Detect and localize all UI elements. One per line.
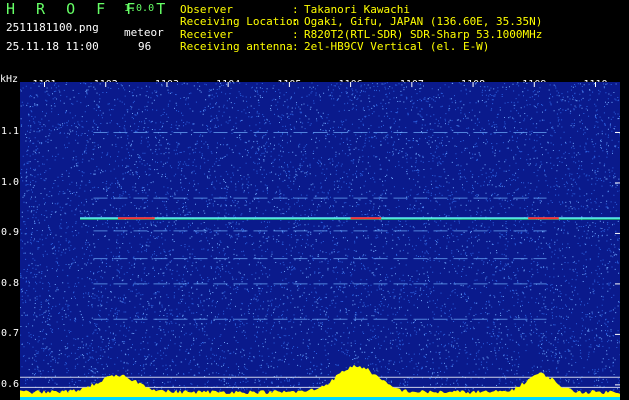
y-tick-label: 1.0 — [1, 176, 20, 188]
spectrogram — [20, 82, 620, 400]
y-tick-label: 0.9 — [1, 227, 20, 239]
receiver-label: Receiver — [180, 28, 233, 41]
header-panel: H R O F F T 1.0.0 2511181100.png 25.11.1… — [0, 0, 629, 74]
receiver-sep: : — [292, 28, 299, 41]
observer-value: Takanori Kawachi — [304, 3, 410, 16]
noise-speckle — [20, 82, 620, 400]
date-time: 25.11.18 11:00 — [6, 40, 99, 53]
y-tick-label: 0.8 — [1, 277, 20, 289]
location-label: Receiving Location — [180, 15, 300, 28]
antenna-value: 2el-HB9CV Vertical (el. E-W) — [304, 40, 490, 53]
observer-label: Observer — [180, 3, 233, 16]
y-axis-unit-label: kHz — [0, 74, 19, 85]
antenna-label: Receiving antenna — [180, 40, 293, 53]
antenna-sep: : — [292, 40, 299, 53]
receiver-value: R820T2(RTL-SDR) SDR-Sharp 53.1000MHz — [304, 28, 543, 41]
app-version: 1.0.0 — [124, 3, 155, 14]
location-sep: : — [292, 15, 299, 28]
file-name: 2511181100.png — [6, 21, 99, 34]
meteor-count: 96 — [138, 40, 152, 53]
location-value: Ogaki, Gifu, JAPAN (136.60E, 35.35N) — [304, 15, 543, 28]
observer-sep: : — [292, 3, 299, 16]
y-tick-label: 0.7 — [1, 328, 20, 340]
meteor-label: meteor — [124, 26, 164, 39]
y-tick-label: 0.6 — [1, 378, 20, 390]
spectrogram-canvas — [20, 82, 620, 400]
power-profile — [20, 364, 620, 400]
y-tick-label: 1.1 — [1, 126, 20, 138]
